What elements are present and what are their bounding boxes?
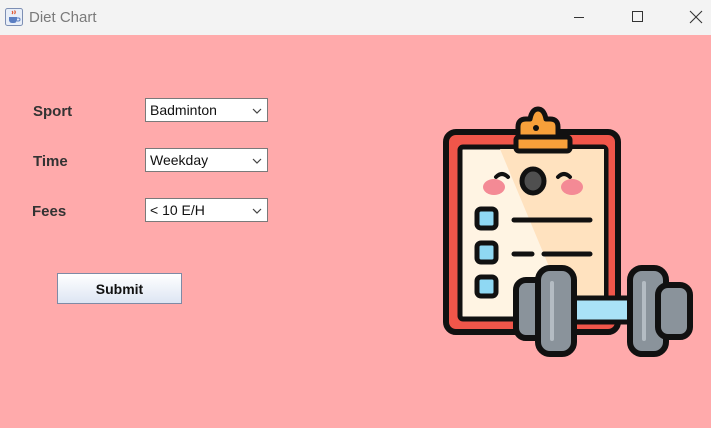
time-label: Time xyxy=(33,153,68,170)
java-cup-icon xyxy=(5,8,23,26)
time-dropdown-value: Weekday xyxy=(150,152,209,168)
fees-label: Fees xyxy=(32,203,67,220)
sport-dropdown[interactable]: Badminton xyxy=(145,98,268,122)
submit-button-label: Submit xyxy=(95,281,144,297)
maximize-button[interactable] xyxy=(615,0,661,35)
close-icon xyxy=(689,10,703,24)
close-button[interactable] xyxy=(673,0,711,35)
sport-label: Sport xyxy=(33,103,73,120)
clipboard-dumbbell-icon xyxy=(443,106,693,357)
title-bar: Diet Chart xyxy=(0,0,711,35)
time-dropdown[interactable]: Weekday xyxy=(145,148,268,172)
fees-dropdown[interactable]: < 10 E/H xyxy=(145,198,268,222)
minimize-icon xyxy=(574,17,584,18)
window-title: Diet Chart xyxy=(29,9,97,26)
fees-dropdown-value: < 10 E/H xyxy=(150,202,205,218)
chevron-down-icon xyxy=(252,158,262,164)
chevron-down-icon xyxy=(252,208,262,214)
maximize-icon xyxy=(632,11,643,22)
minimize-button[interactable] xyxy=(556,0,602,35)
chevron-down-icon xyxy=(252,108,262,114)
sport-dropdown-value: Badminton xyxy=(150,102,217,118)
submit-button[interactable]: Submit xyxy=(57,273,182,304)
